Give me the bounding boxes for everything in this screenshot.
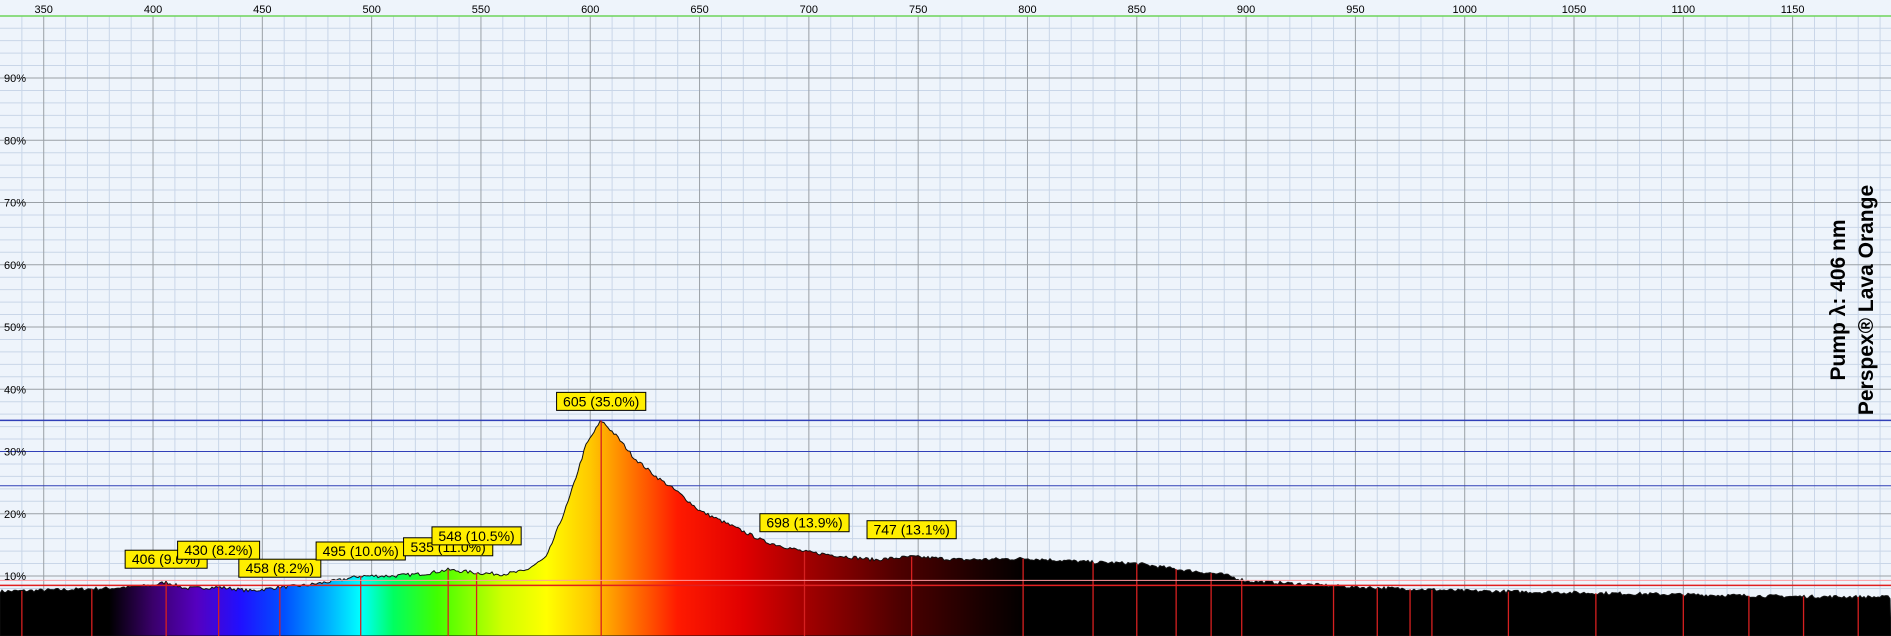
y-tick-label: 40% [4, 384, 26, 396]
x-tick-label: 350 [35, 4, 53, 16]
x-tick-label: 900 [1237, 4, 1255, 16]
y-tick-label: 30% [4, 447, 26, 459]
x-tick-label: 650 [690, 4, 708, 16]
y-tick-label: 20% [4, 509, 26, 521]
peak-label-text: 747 (13.1%) [873, 522, 949, 538]
peak-label-text: 548 (10.5%) [438, 528, 514, 544]
side-label-line1: Pump λ: 406 nm [1827, 219, 1850, 380]
x-tick-label: 1100 [1671, 4, 1695, 16]
chart-svg: 350 400 450 500 550 600 650 700 750 800 850 900 950 1… [0, 0, 1891, 636]
y-tick-label: 70% [4, 198, 26, 210]
x-tick-label: 500 [362, 4, 380, 16]
x-tick-label: 400 [144, 4, 162, 16]
x-tick-label: 600 [581, 4, 599, 16]
spectrum-chart: 350 400 450 500 550 600 650 700 750 800 850 900 950 1… [0, 0, 1891, 636]
y-tick-label: 50% [4, 322, 26, 334]
peak-label-text: 430 (8.2%) [184, 542, 252, 558]
x-tick-label: 750 [909, 4, 927, 16]
y-tick-label: 80% [4, 135, 26, 147]
peak-label-text: 458 (8.2%) [246, 560, 314, 576]
x-tick-label: 850 [1128, 4, 1146, 16]
x-tick-label: 950 [1346, 4, 1364, 16]
x-tick-label: 1150 [1781, 4, 1805, 16]
y-tick-label: 10% [4, 571, 26, 583]
x-tick-label: 450 [253, 4, 271, 16]
side-label-line2: Perspex® Lava Orange [1855, 185, 1878, 415]
y-tick-label: 60% [4, 260, 26, 272]
peak-label-text: 605 (35.0%) [563, 393, 639, 409]
plot-background [0, 0, 1891, 636]
y-tick-label: 90% [4, 73, 26, 85]
x-tick-label: 700 [800, 4, 818, 16]
x-tick-label: 550 [472, 4, 490, 16]
x-tick-label: 1050 [1562, 4, 1586, 16]
x-tick-label: 1000 [1452, 4, 1476, 16]
peak-label-text: 698 (13.9%) [766, 515, 842, 531]
peak-label-text: 495 (10.0%) [323, 543, 399, 559]
x-tick-label: 800 [1018, 4, 1036, 16]
